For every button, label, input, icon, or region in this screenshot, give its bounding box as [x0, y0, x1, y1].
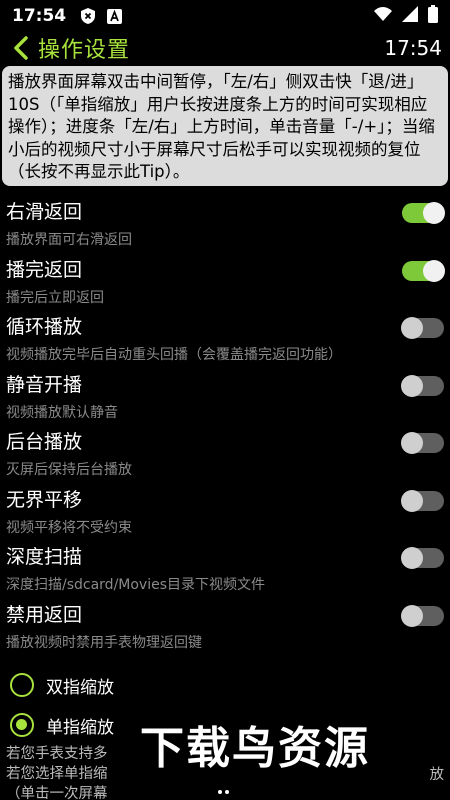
setting-row[interactable]: 静音开播视频播放默认静音 [0, 368, 450, 426]
setting-subtitle: 视频播放默认静音 [6, 404, 118, 421]
setting-title: 无界平移 [6, 488, 83, 511]
setting-title: 右滑返回 [6, 201, 83, 223]
setting-row[interactable]: 循环播放视频播放完毕后自动重头回播（会覆盖播完返回功能） [0, 310, 450, 368]
radio-button[interactable] [10, 713, 34, 737]
toggle-switch[interactable] [401, 432, 444, 454]
page-title: 操作设置 [38, 38, 131, 63]
info-tail: 放 [429, 767, 445, 783]
a-box-icon [106, 8, 122, 24]
clock-text: 17:54 [384, 36, 442, 60]
tip-text: 播放界面屏幕双击中间暂停，「左/右」侧双击快「退/进」10S（「单指缩放」用户长… [8, 72, 435, 181]
setting-subtitle: 视频平移将不受约束 [6, 519, 132, 536]
setting-row[interactable]: 深度扫描深度扫描/sdcard/Movies目录下视频文件 [0, 540, 450, 598]
setting-row[interactable]: 右滑返回播放界面可右滑返回 [0, 195, 450, 253]
tip-box[interactable]: 播放界面屏幕双击中间暂停，「左/右」侧双击快「退/进」10S（「单指缩放」用户长… [2, 66, 448, 186]
toggle-switch[interactable] [401, 547, 444, 569]
toggle-switch[interactable] [401, 317, 444, 339]
setting-subtitle: 播完后立即返回 [6, 289, 104, 306]
setting-title: 静音开播 [6, 373, 83, 396]
status-bar: 17:54 [0, 0, 450, 32]
status-time: 17:54 [12, 6, 67, 26]
setting-row[interactable]: 无界平移视频平移将不受约束 [0, 483, 450, 541]
signal-icon [402, 5, 418, 27]
setting-title: 循环播放 [6, 316, 83, 338]
setting-subtitle: 灭屏后保持后台播放 [6, 462, 132, 478]
setting-title: 播完返回 [6, 258, 83, 281]
radio-label: 单指缩放 [46, 717, 114, 738]
setting-subtitle: 播放界面可右滑返回 [6, 232, 132, 248]
toggle-switch[interactable] [401, 374, 444, 397]
toggle-switch[interactable] [402, 202, 445, 224]
setting-row[interactable]: 禁用返回播放视频时禁用手表物理返回键 [0, 598, 450, 656]
setting-subtitle: 视频播放完毕后自动重头回播（会覆盖播完返回功能） [6, 347, 342, 363]
setting-subtitle: 播放视频时禁用手表物理返回键 [6, 634, 202, 651]
wifi-icon [374, 6, 392, 26]
setting-title: 禁用返回 [6, 603, 83, 626]
setting-row[interactable]: 后台播放灭屏后保持后台播放 [0, 425, 450, 483]
radio-button[interactable] [10, 673, 34, 697]
setting-row[interactable]: 播完返回播完后立即返回 [0, 253, 450, 311]
setting-title: 后台播放 [6, 431, 83, 453]
shield-x-icon [80, 8, 96, 24]
battery-icon [428, 4, 438, 28]
radio-label: 双指缩放 [46, 677, 114, 698]
toggle-switch[interactable] [401, 604, 444, 627]
watermark: 下载鸟资源 [140, 723, 370, 774]
settings-list: 右滑返回播放界面可右滑返回播完返回播完后立即返回循环播放视频播放完毕后自动重头回… [0, 195, 450, 655]
zoom-option[interactable]: 双指缩放 [0, 665, 450, 705]
app-bar: 操作设置 17:54 [0, 32, 450, 64]
toggle-switch[interactable] [402, 259, 445, 282]
page-indicator [218, 790, 232, 794]
setting-subtitle: 深度扫描/sdcard/Movies目录下视频文件 [6, 577, 266, 593]
setting-title: 深度扫描 [6, 546, 83, 568]
toggle-switch[interactable] [401, 489, 444, 512]
back-arrow-icon[interactable] [4, 32, 38, 64]
